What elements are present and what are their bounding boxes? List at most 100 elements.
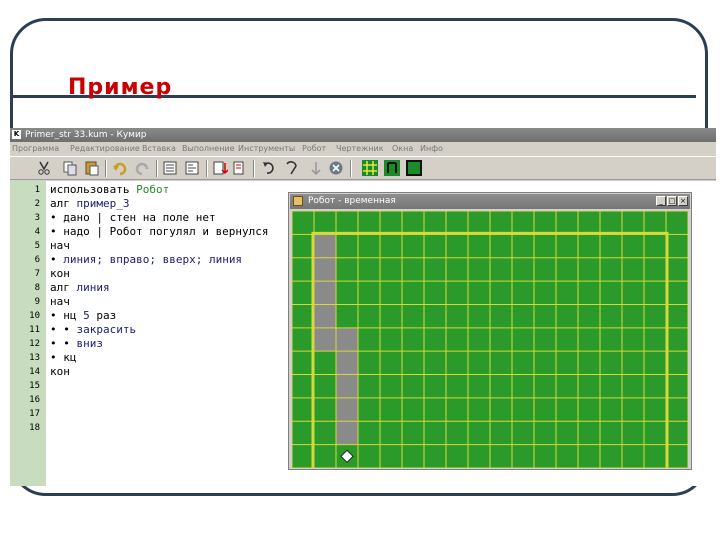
- field-view-icon[interactable]: [406, 160, 422, 176]
- insert-left-icon[interactable]: [162, 160, 178, 176]
- robot-window: Робот - временная _ □ ×: [288, 192, 692, 470]
- line-number: 16: [29, 395, 40, 405]
- menu-windows[interactable]: Окна: [392, 142, 413, 156]
- code-line[interactable]: кон: [50, 365, 70, 378]
- cut-icon[interactable]: [36, 160, 52, 176]
- robot-field[interactable]: [292, 211, 688, 468]
- code-token: • нц: [50, 309, 84, 322]
- menu-program[interactable]: Программа: [12, 142, 59, 156]
- code-line[interactable]: • • закрасить: [50, 323, 136, 336]
- slide-title: Пример: [68, 75, 173, 100]
- menu-robot[interactable]: Робот: [302, 142, 326, 156]
- minimize-button[interactable]: _: [656, 196, 666, 206]
- toolbar-separator: [253, 160, 255, 177]
- line-number: 1: [34, 185, 40, 195]
- menu-insert[interactable]: Вставка: [142, 142, 176, 156]
- code-token: пример_3: [76, 197, 130, 210]
- step-over-icon[interactable]: [232, 160, 248, 176]
- line-number: 2: [34, 199, 40, 209]
- painted-cell: [336, 421, 358, 445]
- menu-tools[interactable]: Инструменты: [238, 142, 295, 156]
- code-line[interactable]: • линия; вправо; вверх; линия: [50, 253, 242, 266]
- painted-cell: [314, 234, 336, 258]
- line-number: 6: [34, 255, 40, 265]
- code-line[interactable]: нач: [50, 295, 70, 308]
- copy-icon[interactable]: [62, 160, 78, 176]
- code-line[interactable]: нач: [50, 239, 70, 252]
- trace-icon[interactable]: [308, 160, 324, 176]
- toolbar-separator: [206, 160, 208, 177]
- code-token: • кц: [50, 351, 77, 364]
- line-number: 7: [34, 269, 40, 279]
- run-icon[interactable]: [262, 160, 278, 176]
- code-token: Робот: [136, 183, 170, 196]
- step-into-icon[interactable]: [212, 160, 228, 176]
- code-line[interactable]: • надо | Робот погулял и вернулся: [50, 225, 269, 238]
- painted-cell: [314, 304, 336, 328]
- code-token: кон: [50, 365, 70, 378]
- line-number: 12: [29, 339, 40, 349]
- kumir-app-icon: K: [12, 130, 21, 139]
- code-token: вниз: [76, 337, 104, 350]
- code-token: использовать: [50, 183, 137, 196]
- menu-info[interactable]: Инфо: [420, 142, 443, 156]
- robot-window-title: Робот - временная: [308, 196, 396, 206]
- line-number: 13: [29, 353, 40, 363]
- toolbar-separator: [156, 160, 158, 177]
- toolbar-separator: [350, 160, 352, 177]
- painted-cell: [314, 327, 336, 352]
- line-number: 3: [34, 213, 40, 223]
- code-token: • надо | Робот погулял и вернулся: [50, 225, 269, 238]
- code-token: •: [50, 253, 64, 266]
- painted-cell: [336, 374, 358, 398]
- code-line[interactable]: алг линия: [50, 281, 110, 294]
- close-button[interactable]: ×: [678, 196, 688, 206]
- painted-cell: [336, 351, 358, 375]
- robot-titlebar[interactable]: Робот - временная _ □ ×: [290, 194, 690, 209]
- code-token: кон: [50, 267, 70, 280]
- undo-icon[interactable]: [112, 160, 128, 176]
- code-line[interactable]: • дано | стен на поле нет: [50, 211, 216, 224]
- code-line[interactable]: • кц: [50, 351, 77, 364]
- menu-run[interactable]: Выполнение: [182, 142, 235, 156]
- code-line[interactable]: • нц 5 раз: [50, 309, 116, 322]
- line-number: 8: [34, 283, 40, 293]
- painted-cell: [314, 281, 336, 305]
- line-number: 4: [34, 227, 40, 237]
- grid-view-icon[interactable]: [362, 160, 378, 176]
- code-line[interactable]: • • вниз: [50, 337, 103, 350]
- app-titlebar[interactable]: K Primer_str 33.kum - Кумир: [10, 128, 716, 142]
- step-icon[interactable]: [284, 160, 300, 176]
- window-title: Primer_str 33.kum - Кумир: [25, 130, 147, 140]
- line-number-gutter: 1 2 3 4 5 6 7 8 9 10 11 12 13 14 15 16 1…: [10, 181, 46, 486]
- menu-edit[interactable]: Редактирование: [70, 142, 140, 156]
- code-token: линия: [76, 281, 110, 294]
- insert-right-icon[interactable]: [184, 160, 200, 176]
- redo-icon[interactable]: [134, 160, 150, 176]
- stop-icon[interactable]: [328, 160, 344, 176]
- painted-cell: [336, 327, 358, 352]
- line-number: 18: [29, 423, 40, 433]
- code-token: • дано | стен на поле нет: [50, 211, 216, 224]
- code-line[interactable]: кон: [50, 267, 70, 280]
- code-token: раз: [89, 309, 117, 322]
- line-number: 14: [29, 367, 40, 377]
- code-line[interactable]: использовать Робот: [50, 183, 169, 196]
- pen-view-icon[interactable]: [384, 160, 400, 176]
- line-number: 11: [29, 325, 40, 335]
- line-number: 15: [29, 381, 40, 391]
- code-line[interactable]: алг пример_3: [50, 197, 129, 210]
- painted-cell: [314, 257, 336, 282]
- maximize-button[interactable]: □: [667, 196, 677, 206]
- menu-drawer[interactable]: Чертежник: [336, 142, 384, 156]
- line-number: 17: [29, 409, 40, 419]
- line-number: 10: [29, 311, 40, 321]
- code-token: алг: [50, 197, 77, 210]
- code-token: линия; вправо; вверх; линия: [63, 253, 243, 266]
- paste-icon[interactable]: [84, 160, 100, 176]
- line-number: 5: [34, 241, 40, 251]
- line-number: 9: [34, 297, 40, 307]
- code-token: • •: [50, 337, 77, 350]
- robot-app-icon: [293, 196, 303, 206]
- toolbar: [10, 156, 716, 180]
